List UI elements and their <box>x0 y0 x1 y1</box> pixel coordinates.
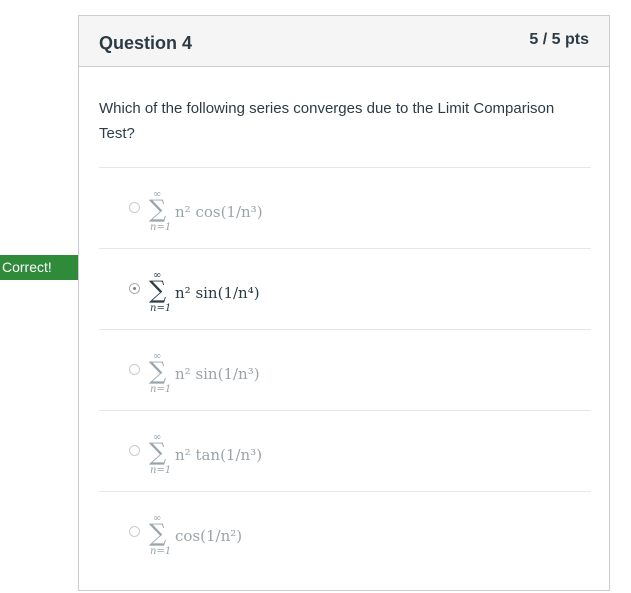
sum-lower-limit: n=1 <box>150 222 172 233</box>
series-expression: ∞ ∑ n=1 n² sin(1/n³) <box>149 352 349 396</box>
sum-lower-limit: n=1 <box>150 546 172 557</box>
answer-list: ∞ ∑ n=1 n² cos(1/n³) ∞ ∑ n=1 n² sin(1/n⁴… <box>99 167 591 572</box>
answer-option-3[interactable]: ∞ ∑ n=1 n² sin(1/n³) <box>99 329 591 410</box>
correct-label: Correct! <box>2 259 52 275</box>
series-term: cos(1/n²) <box>175 527 243 545</box>
answer-option-2[interactable]: ∞ ∑ n=1 n² sin(1/n⁴) <box>99 248 591 329</box>
series-expression: ∞ ∑ n=1 n² cos(1/n³) <box>149 190 349 234</box>
radio-button[interactable] <box>129 364 140 375</box>
sigma-icon: ∑ <box>149 438 167 466</box>
question-points: 5 / 5 pts <box>529 31 589 48</box>
series-expression: ∞ ∑ n=1 n² sin(1/n⁴) <box>149 271 349 315</box>
radio-button-selected[interactable] <box>129 283 140 294</box>
question-header: Question 4 5 / 5 pts <box>79 16 609 67</box>
series-term: n² tan(1/n³) <box>175 446 263 464</box>
question-card: Question 4 5 / 5 pts Which of the follow… <box>78 15 610 591</box>
radio-button[interactable] <box>129 445 140 456</box>
radio-button[interactable] <box>129 526 140 537</box>
question-title: Question 4 <box>99 33 193 53</box>
sigma-icon: ∑ <box>149 276 167 304</box>
series-term: n² cos(1/n³) <box>175 203 263 221</box>
sum-lower-limit: n=1 <box>150 303 172 314</box>
series-term: n² sin(1/n³) <box>175 365 260 383</box>
sigma-icon: ∑ <box>149 519 167 547</box>
answer-option-5[interactable]: ∞ ∑ n=1 cos(1/n²) <box>99 491 591 572</box>
radio-button[interactable] <box>129 202 140 213</box>
series-expression: ∞ ∑ n=1 n² tan(1/n³) <box>149 433 349 477</box>
sigma-icon: ∑ <box>149 195 167 223</box>
series-term: n² sin(1/n⁴) <box>175 284 260 302</box>
series-expression: ∞ ∑ n=1 cos(1/n²) <box>149 514 349 558</box>
sigma-icon: ∑ <box>149 357 167 385</box>
sum-lower-limit: n=1 <box>150 465 172 476</box>
answer-option-1[interactable]: ∞ ∑ n=1 n² cos(1/n³) <box>99 167 591 248</box>
sum-lower-limit: n=1 <box>150 384 172 395</box>
question-text: Which of the following series converges … <box>99 100 555 142</box>
answer-option-4[interactable]: ∞ ∑ n=1 n² tan(1/n³) <box>99 410 591 491</box>
